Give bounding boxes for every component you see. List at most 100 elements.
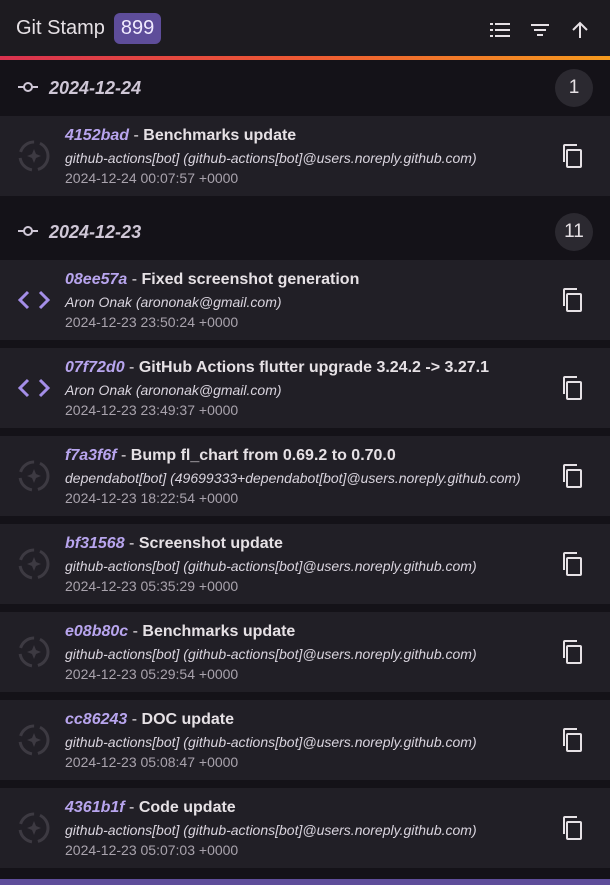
commit-datetime: 2024-12-23 23:49:37 +0000 xyxy=(65,402,239,418)
commit-hash[interactable]: 08ee57a xyxy=(65,271,127,288)
commit-row[interactable]: 08ee57a - Fixed screenshot generation Aro… xyxy=(0,260,610,340)
copy-button[interactable] xyxy=(560,639,586,665)
copy-icon xyxy=(560,640,586,669)
arrow-up-icon xyxy=(572,21,588,38)
copy-button[interactable] xyxy=(560,375,586,401)
hash-separator: - xyxy=(129,127,144,144)
commit-hash[interactable]: 4361b1f xyxy=(65,799,125,816)
commit-hash[interactable]: cc86243 xyxy=(65,711,127,728)
commit-author: github-actions[bot] (github-actions[bot]… xyxy=(65,558,477,574)
commit-hash[interactable]: bf31568 xyxy=(65,535,125,552)
commit-title-line: cc86243 - DOC update xyxy=(65,711,234,729)
copy-button[interactable] xyxy=(560,143,586,169)
copy-icon xyxy=(560,816,586,845)
copy-button[interactable] xyxy=(560,815,586,841)
copy-button[interactable] xyxy=(560,463,586,489)
filter-button[interactable] xyxy=(520,12,560,48)
copy-icon xyxy=(560,728,586,757)
commit-row[interactable]: bf31568 - Screenshot update github-action… xyxy=(0,524,610,604)
copy-icon xyxy=(560,144,586,173)
commit-message: DOC update xyxy=(141,711,234,728)
bot-icon xyxy=(16,138,52,174)
commit-hash[interactable]: f7a3f6f xyxy=(65,447,117,464)
date-group-header: 2024-12-24 1 xyxy=(0,60,610,116)
commit-row[interactable]: cc86243 - DOC update github-actions[bot] … xyxy=(0,700,610,780)
filter-icon xyxy=(531,24,549,36)
bot-icon xyxy=(16,634,52,670)
commit-author: github-actions[bot] (github-actions[bot]… xyxy=(65,734,477,750)
commit-author: github-actions[bot] (github-actions[bot]… xyxy=(65,646,477,662)
commit-hash[interactable]: e08b80c xyxy=(65,623,128,640)
bot-icon xyxy=(16,722,52,758)
hash-separator: - xyxy=(124,535,139,552)
commit-title-line: 08ee57a - Fixed screenshot generation xyxy=(65,271,359,289)
commit-message: Bump fl_chart from 0.69.2 to 0.70.0 xyxy=(130,447,396,464)
commit-title-line: e08b80c - Benchmarks update xyxy=(65,623,295,641)
copy-button[interactable] xyxy=(560,287,586,313)
commit-row[interactable]: 4152bad - Benchmarks update github-action… xyxy=(0,116,610,196)
hash-separator: - xyxy=(116,447,131,464)
scroll-top-button[interactable] xyxy=(560,12,600,48)
commit-author: Aron Onak (arononak@gmail.com) xyxy=(65,382,282,398)
commit-message: Benchmarks update xyxy=(143,127,297,144)
hash-separator: - xyxy=(127,271,142,288)
commit-icon xyxy=(18,80,38,98)
commit-author: github-actions[bot] (github-actions[bot]… xyxy=(65,822,477,838)
hash-separator: - xyxy=(127,711,142,728)
commit-row[interactable]: e08b80c - Benchmarks update github-action… xyxy=(0,612,610,692)
commit-hash[interactable]: 4152bad xyxy=(65,127,129,144)
commit-row[interactable]: f7a3f6f - Bump fl_chart from 0.69.2 to 0… xyxy=(0,436,610,516)
commit-message: GitHub Actions flutter upgrade 3.24.2 ->… xyxy=(138,359,489,376)
copy-button[interactable] xyxy=(560,551,586,577)
commit-datetime: 2024-12-23 05:07:03 +0000 xyxy=(65,842,239,858)
commit-datetime: 2024-12-23 23:50:24 +0000 xyxy=(65,314,239,330)
commit-icon xyxy=(18,224,38,242)
copy-icon xyxy=(560,464,586,493)
copy-icon xyxy=(560,552,586,581)
group-date: 2024-12-23 xyxy=(49,221,142,242)
commit-count-badge: 899 xyxy=(113,12,162,44)
hash-separator: - xyxy=(124,359,139,376)
list-view-button[interactable] xyxy=(480,12,520,48)
group-date: 2024-12-24 xyxy=(49,77,142,98)
commit-message: Screenshot update xyxy=(138,535,283,552)
commit-author: github-actions[bot] (github-actions[bot]… xyxy=(65,150,477,166)
copy-icon xyxy=(560,288,586,317)
bot-icon xyxy=(16,546,52,582)
commit-title-line: bf31568 - Screenshot update xyxy=(65,535,283,553)
bot-icon xyxy=(16,810,52,846)
commit-datetime: 2024-12-23 05:35:29 +0000 xyxy=(65,578,239,594)
commit-title-line: 4361b1f - Code update xyxy=(65,799,236,817)
commit-row[interactable]: 4361b1f - Code update github-actions[bot]… xyxy=(0,788,610,868)
commit-datetime: 2024-12-23 05:08:47 +0000 xyxy=(65,754,239,770)
commit-author: dependabot[bot] (49699333+dependabot[bot… xyxy=(65,470,521,486)
copy-button[interactable] xyxy=(560,727,586,753)
commit-datetime: 2024-12-24 00:07:57 +0000 xyxy=(65,170,239,186)
app-bar-actions xyxy=(480,12,600,48)
commit-hash[interactable]: 07f72d0 xyxy=(65,359,125,376)
commit-list[interactable]: 2024-12-24 1 4152bad - Benchmarks update gi… xyxy=(0,60,610,876)
commit-title-line: f7a3f6f - Bump fl_chart from 0.69.2 to 0… xyxy=(65,447,396,465)
group-count-badge: 11 xyxy=(555,213,593,251)
list-icon xyxy=(490,23,510,37)
commit-message: Benchmarks update xyxy=(142,623,296,640)
commit-title-line: 07f72d0 - GitHub Actions flutter upgrade… xyxy=(65,359,489,377)
date-group-header: 2024-12-23 11 xyxy=(0,204,610,260)
hash-separator: - xyxy=(124,799,139,816)
commit-message: Fixed screenshot generation xyxy=(141,271,360,288)
hash-separator: - xyxy=(128,623,143,640)
commit-datetime: 2024-12-23 18:22:54 +0000 xyxy=(65,490,239,506)
commit-datetime: 2024-12-23 05:29:54 +0000 xyxy=(65,666,239,682)
bottom-indicator xyxy=(0,879,610,885)
commit-author: Aron Onak (arononak@gmail.com) xyxy=(65,294,282,310)
commit-message: Code update xyxy=(138,799,236,816)
bot-icon xyxy=(16,458,52,494)
code-icon xyxy=(16,370,52,406)
commit-row[interactable]: 07f72d0 - GitHub Actions flutter upgrade… xyxy=(0,348,610,428)
group-count-badge: 1 xyxy=(555,69,593,107)
commit-title-line: 4152bad - Benchmarks update xyxy=(65,127,296,145)
copy-icon xyxy=(560,376,586,405)
app-title: Git Stamp xyxy=(16,16,105,39)
app-bar: Git Stamp 899 xyxy=(0,0,610,56)
code-icon xyxy=(16,282,52,318)
